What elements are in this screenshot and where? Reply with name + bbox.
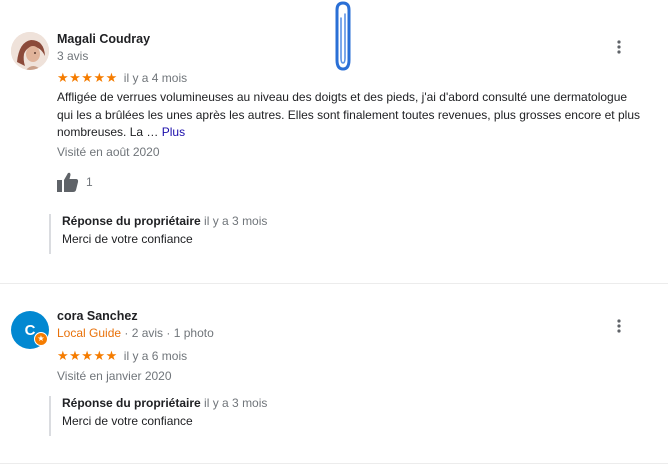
reply-title: Réponse du propriétaire <box>62 214 201 228</box>
more-vert-icon <box>617 319 621 333</box>
review-time: il y a 6 mois <box>123 349 188 363</box>
more-vert-icon <box>617 40 621 54</box>
divider <box>0 283 668 284</box>
profile-photo-icon <box>11 32 49 70</box>
star-rating: ★★★★★ <box>57 70 118 85</box>
like-button[interactable]: 1 <box>57 172 93 192</box>
like-count: 1 <box>86 175 93 189</box>
more-link[interactable]: Plus <box>162 125 185 139</box>
reply-text: Merci de votre confiance <box>62 414 193 428</box>
owner-reply: Réponse du propriétaire il y a 3 mois Me… <box>49 214 267 254</box>
avatar[interactable] <box>11 32 49 70</box>
author-meta[interactable]: Local Guide · 2 avis · 1 photo <box>57 326 214 340</box>
author-name[interactable]: Magali Coudray <box>57 32 150 46</box>
visit-date: Visité en janvier 2020 <box>57 369 172 383</box>
review-time: il y a 4 mois <box>123 71 188 85</box>
reply-time: il y a 3 mois <box>204 214 268 228</box>
local-guide-badge-icon: ★ <box>34 332 48 346</box>
reply-header: Réponse du propriétaire il y a 3 mois <box>62 396 267 410</box>
star-rating: ★★★★★ <box>57 348 118 363</box>
review-card: Magali Coudray 3 avis ★★★★★ il y a 4 mois… <box>0 0 668 282</box>
divider <box>0 463 668 464</box>
reply-text: Merci de votre confiance <box>62 232 193 246</box>
more-options-button[interactable] <box>611 317 627 335</box>
author-meta[interactable]: 3 avis <box>57 49 88 63</box>
author-stats: · 2 avis · 1 photo <box>121 326 214 340</box>
review-card: C ★ cora Sanchez Local Guide · 2 avis · … <box>0 300 668 450</box>
review-text: Affligée de verrues volumineuses au nive… <box>57 89 642 142</box>
more-options-button[interactable] <box>611 38 627 56</box>
reply-time: il y a 3 mois <box>204 396 268 410</box>
rating-row: ★★★★★ il y a 6 mois <box>57 348 187 364</box>
local-guide-label: Local Guide <box>57 326 122 340</box>
reply-title: Réponse du propriétaire <box>62 396 201 410</box>
reply-header: Réponse du propriétaire il y a 3 mois <box>62 214 267 228</box>
author-name[interactable]: cora Sanchez <box>57 309 138 323</box>
review-text-content: Affligée de verrues volumineuses au nive… <box>57 90 640 139</box>
rating-row: ★★★★★ il y a 4 mois <box>57 70 187 86</box>
thumb-up-icon <box>57 172 79 192</box>
owner-reply: Réponse du propriétaire il y a 3 mois Me… <box>49 396 267 436</box>
visit-date: Visité en août 2020 <box>57 145 160 159</box>
